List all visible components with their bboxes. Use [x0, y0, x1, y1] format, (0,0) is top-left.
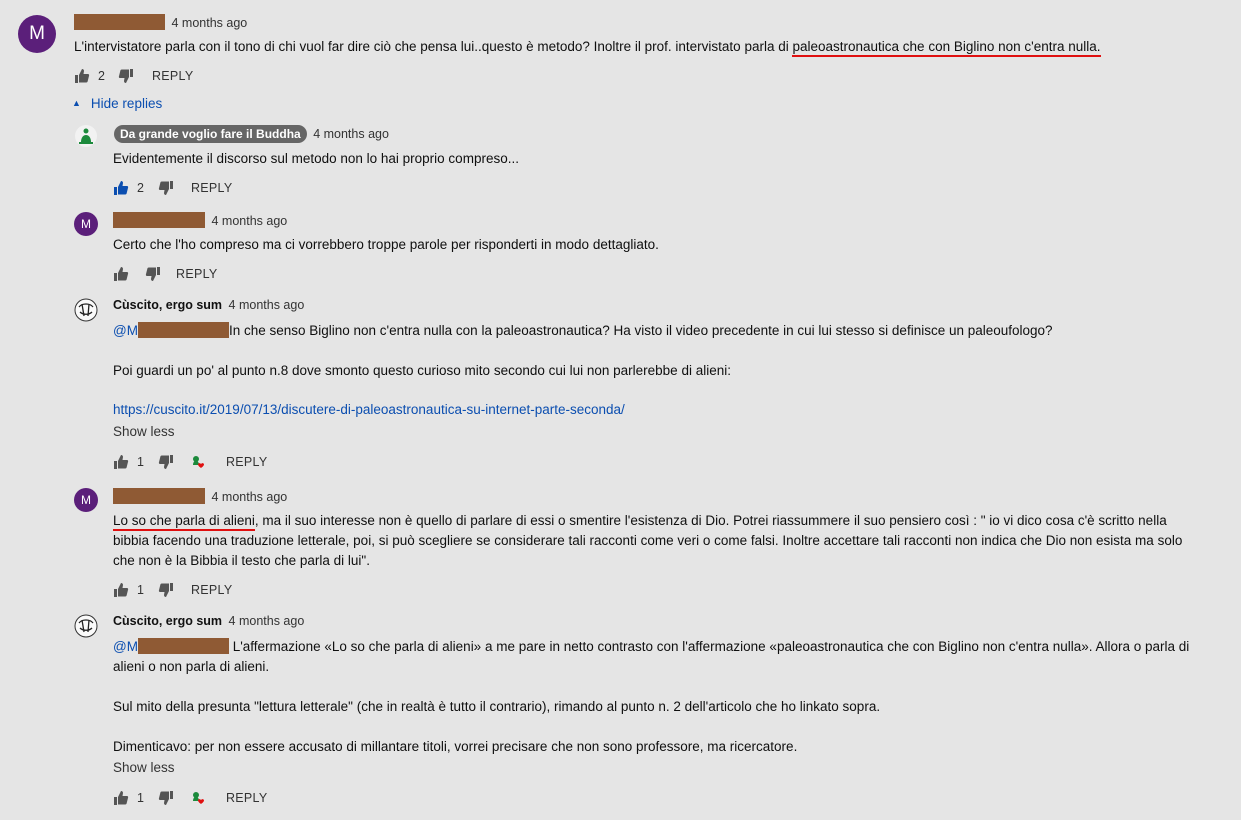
- reply-actions: REPLY: [113, 264, 218, 284]
- like-count: 2: [137, 181, 144, 195]
- dislike-icon[interactable]: [118, 68, 134, 84]
- comment-time[interactable]: 4 months ago: [211, 214, 287, 228]
- mention-link[interactable]: @M: [113, 639, 138, 654]
- sketch-avatar-icon: [74, 614, 98, 638]
- author-name[interactable]: Cùscito, ergo sum: [113, 614, 222, 628]
- dislike-icon[interactable]: [145, 266, 161, 282]
- reply-text-line: Lo so che parla di alieni, ma il suo int…: [113, 511, 1167, 531]
- avatar[interactable]: M: [74, 212, 98, 236]
- reply-text-line: Dimenticavo: per non essere accusato di …: [113, 739, 798, 754]
- comment-time[interactable]: 4 months ago: [313, 127, 389, 141]
- reply-header: 4 months ago: [113, 212, 287, 228]
- comment-text: L'intervistatore parla con il tono di ch…: [74, 37, 1101, 57]
- reply-text: Evidentemente il discorso sul metodo non…: [113, 151, 519, 166]
- reply-button[interactable]: REPLY: [191, 583, 233, 597]
- like-icon[interactable]: [113, 582, 129, 598]
- like-icon[interactable]: [113, 266, 129, 282]
- redacted-username: [74, 14, 165, 30]
- author-badge[interactable]: Da grande voglio fare il Buddha: [114, 125, 307, 143]
- show-less-button[interactable]: Show less: [113, 424, 175, 439]
- redacted-username: [113, 488, 205, 504]
- buddha-avatar-icon: [75, 125, 97, 147]
- reply-button[interactable]: REPLY: [226, 455, 268, 469]
- redacted-username: [113, 212, 205, 228]
- reply-button[interactable]: REPLY: [226, 791, 268, 805]
- avatar[interactable]: M: [18, 15, 56, 53]
- reply-text-line: che non è la Bibbia il testo che parla d…: [113, 553, 370, 568]
- like-count: 1: [137, 791, 144, 805]
- dislike-icon[interactable]: [158, 790, 174, 806]
- hide-replies-button[interactable]: ▲ Hide replies: [72, 96, 162, 111]
- like-count: 1: [137, 583, 144, 597]
- reply-header: Da grande voglio fare il Buddha 4 months…: [114, 125, 389, 143]
- like-icon[interactable]: [113, 454, 129, 470]
- reply-button[interactable]: REPLY: [191, 181, 233, 195]
- author-name[interactable]: Cùscito, ergo sum: [113, 298, 222, 312]
- like-count: 1: [137, 455, 144, 469]
- sketch-avatar-icon: [74, 298, 98, 322]
- reply-button[interactable]: REPLY: [152, 69, 194, 83]
- reply-actions: 1 REPLY: [113, 452, 268, 472]
- redacted-username: [137, 638, 229, 654]
- avatar[interactable]: M: [74, 488, 98, 512]
- creator-heart-icon: [190, 453, 208, 471]
- dislike-icon[interactable]: [158, 582, 174, 598]
- avatar[interactable]: [74, 124, 98, 148]
- comment-header: 4 months ago: [74, 14, 247, 30]
- chevron-up-icon: ▲: [72, 98, 81, 108]
- show-less-button[interactable]: Show less: [113, 760, 175, 775]
- reply-text-line: Poi guardi un po' al punto n.8 dove smon…: [113, 363, 731, 378]
- comment-time[interactable]: 4 months ago: [229, 614, 305, 628]
- like-icon[interactable]: [113, 790, 129, 806]
- reply-header: 4 months ago: [113, 488, 287, 504]
- reply-text: Certo che l'ho compreso ma ci vorrebbero…: [113, 237, 659, 252]
- comment-actions: 2 REPLY: [74, 66, 194, 86]
- reply-text-line: @M L'affermazione «Lo so che parla di al…: [113, 638, 1190, 654]
- reply-header: Cùscito, ergo sum 4 months ago: [113, 614, 304, 628]
- reply-text-line: Sul mito della presunta "lettura lettera…: [113, 699, 881, 714]
- comment-time[interactable]: 4 months ago: [211, 490, 287, 504]
- like-count: 2: [98, 69, 105, 83]
- like-icon-active[interactable]: [113, 180, 129, 196]
- like-icon[interactable]: [74, 68, 90, 84]
- reply-header: Cùscito, ergo sum 4 months ago: [113, 298, 304, 312]
- comment-time[interactable]: 4 months ago: [229, 298, 305, 312]
- reply-actions: 1 REPLY: [113, 580, 233, 600]
- reply-actions: 1 REPLY: [113, 788, 268, 808]
- reply-text-line: bibbia facendo una traduzione letterale,…: [113, 533, 1183, 548]
- reply-button[interactable]: REPLY: [176, 267, 218, 281]
- mention-link[interactable]: @M: [113, 323, 138, 338]
- dislike-icon[interactable]: [158, 180, 174, 196]
- creator-heart-icon: [190, 789, 208, 807]
- article-link[interactable]: https://cuscito.it/2019/07/13/discutere-…: [113, 400, 625, 420]
- comment-time[interactable]: 4 months ago: [171, 16, 247, 30]
- reply-text-line: @M In che senso Biglino non c'entra nulla…: [113, 322, 1053, 338]
- redacted-username: [137, 322, 229, 338]
- avatar[interactable]: [74, 614, 98, 638]
- reply-actions: 2 REPLY: [113, 178, 233, 198]
- avatar[interactable]: [74, 298, 98, 322]
- underlined-text: Lo so che parla di alieni: [113, 513, 255, 531]
- underlined-text: paleoastronautica che con Biglino non c'…: [792, 39, 1101, 57]
- reply-text-line: alieni o non parla di alieni.: [113, 659, 270, 674]
- dislike-icon[interactable]: [158, 454, 174, 470]
